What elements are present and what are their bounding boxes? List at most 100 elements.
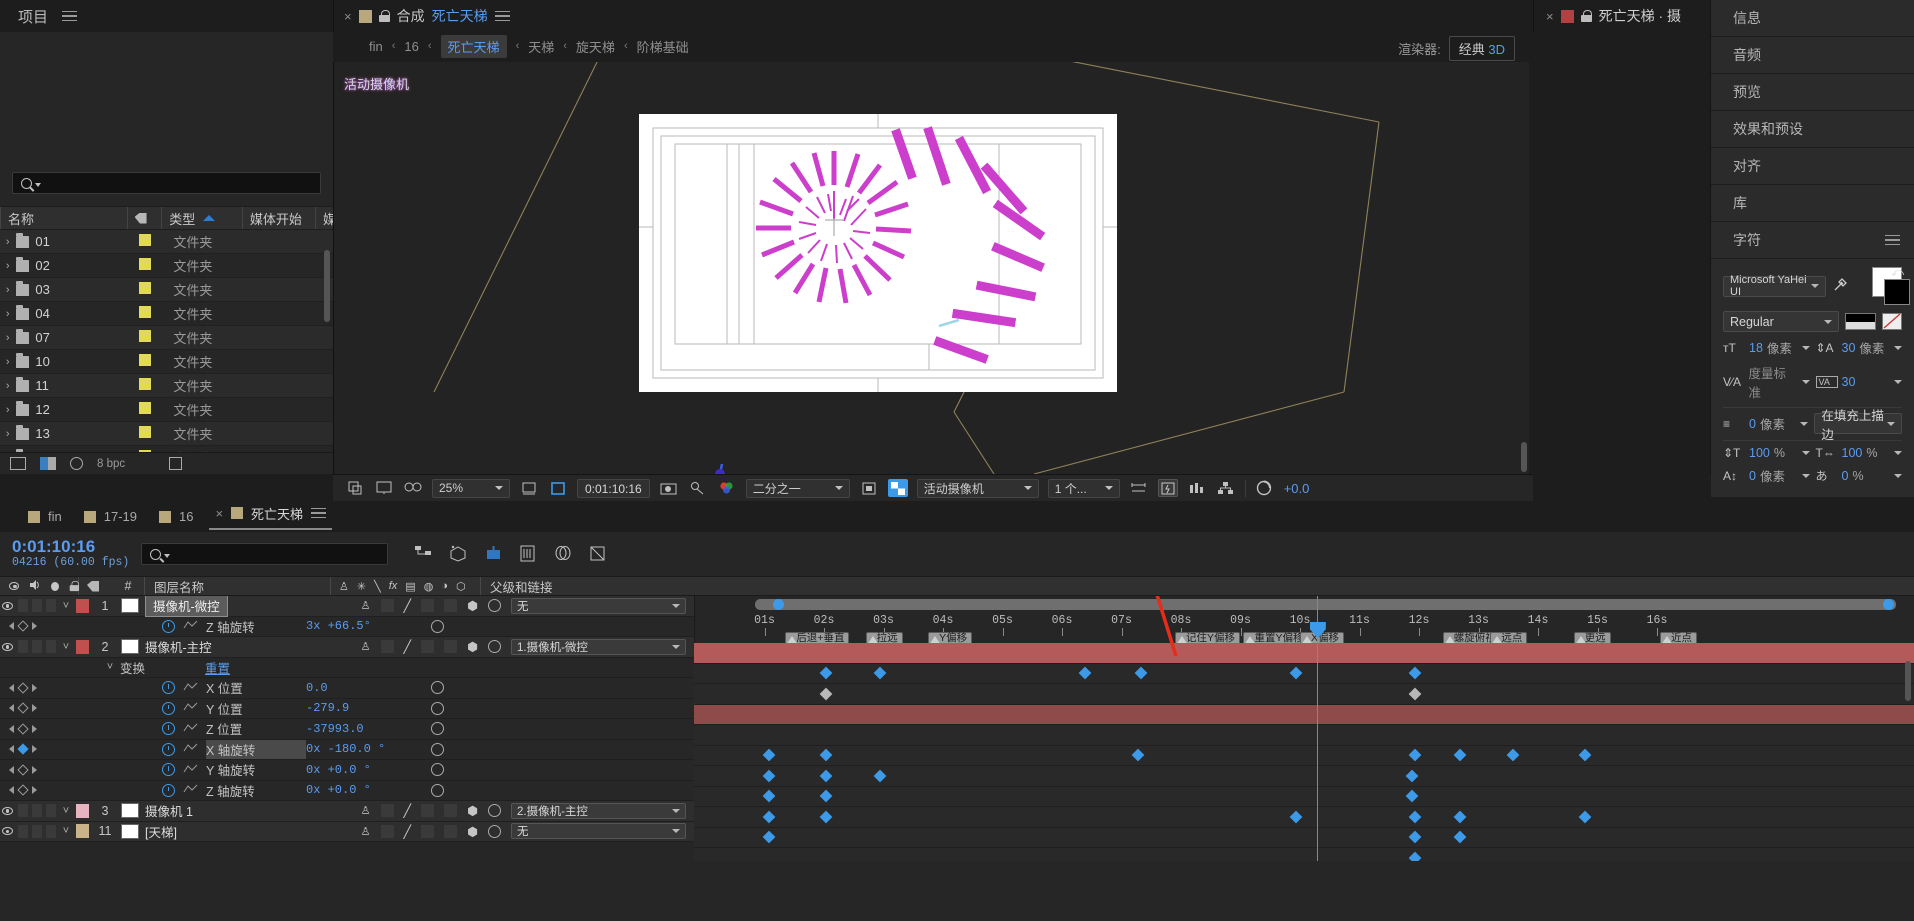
- motion-blur-switch[interactable]: [444, 640, 458, 654]
- frame-blend-switch[interactable]: [421, 804, 435, 818]
- vertical-scale-control[interactable]: ⇕T 100 %: [1723, 446, 1810, 460]
- layer-visibility-toggle[interactable]: [0, 827, 14, 836]
- layer-disclosure-icon[interactable]: ˅: [56, 825, 76, 837]
- property-name[interactable]: Y 轴旋转: [206, 760, 306, 779]
- keyframe-row[interactable]: [694, 807, 1914, 828]
- layer-toggles[interactable]: [14, 804, 56, 818]
- right-panel-tab-label[interactable]: 死亡天梯 · 摄: [1599, 6, 1681, 26]
- layer-toggles[interactable]: [14, 599, 56, 613]
- property-pickwhip-icon[interactable]: [431, 722, 444, 736]
- graph-editor-icon[interactable]: [183, 742, 198, 756]
- layer-name[interactable]: 摄像机-微控: [145, 596, 228, 618]
- layer-label-color[interactable]: [76, 824, 89, 839]
- next-keyframe-icon[interactable]: [32, 683, 37, 692]
- breadcrumb-item[interactable]: 旋天梯: [576, 37, 615, 56]
- timeline-tab[interactable]: fin: [22, 509, 68, 524]
- keyframe-marker[interactable]: [763, 830, 776, 844]
- graph-editor-icon[interactable]: [183, 783, 198, 797]
- layer-row[interactable]: ˅ 1 摄像机-微控 ♙ ╱ ⬢ 无: [0, 596, 694, 618]
- swap-colors-icon[interactable]: ⤺: [1891, 265, 1904, 280]
- prev-keyframe-icon[interactable]: [9, 765, 14, 774]
- shy-switch[interactable]: ♙: [361, 825, 371, 838]
- panel-tab-6[interactable]: 字符: [1711, 222, 1914, 259]
- layer-row[interactable]: ˅ 11 [天梯] ♙ ╱ ⬢ 无: [0, 821, 694, 842]
- mask-view-icon[interactable]: [374, 479, 394, 497]
- collapse-switch[interactable]: [380, 640, 394, 654]
- stopwatch-icon[interactable]: [162, 619, 175, 633]
- layer-name[interactable]: [天梯]: [145, 822, 177, 841]
- property-row[interactable]: X 位置 0.0: [0, 678, 694, 699]
- layer-disclosure-icon[interactable]: ˅: [56, 641, 76, 653]
- breadcrumb-item[interactable]: fin: [369, 39, 383, 54]
- keyframe-marker[interactable]: [873, 769, 886, 783]
- disclosure-triangle-icon[interactable]: ›: [0, 332, 16, 344]
- keyframe-marker[interactable]: [763, 789, 776, 803]
- view-layout-select[interactable]: 1 个...: [1047, 478, 1120, 498]
- prev-keyframe-icon[interactable]: [9, 724, 14, 733]
- motion-blur-icon[interactable]: [484, 545, 503, 564]
- disclosure-triangle-icon[interactable]: ›: [0, 308, 16, 320]
- work-area-start-handle[interactable]: [773, 599, 784, 610]
- fill-stroke-colors[interactable]: ⤺: [1854, 265, 1911, 305]
- keyframe-marker[interactable]: [1289, 810, 1303, 824]
- panel-tab-1[interactable]: 音频: [1711, 37, 1914, 74]
- keyframe-row[interactable]: [694, 745, 1914, 766]
- keyframe-navigator[interactable]: [0, 723, 46, 735]
- three-d-switch[interactable]: ⬢: [467, 639, 478, 654]
- keyframe-navigator[interactable]: [0, 764, 46, 776]
- keyframe-row[interactable]: [694, 643, 1914, 664]
- quality-switch[interactable]: ╱: [404, 598, 412, 613]
- property-row[interactable]: Z 轴旋转 0x +0.0 °: [0, 780, 694, 801]
- property-name[interactable]: Z 轴旋转: [206, 617, 306, 636]
- region-of-interest-icon[interactable]: [548, 479, 568, 497]
- property-pickwhip-icon[interactable]: [431, 619, 444, 633]
- eyedropper-icon[interactable]: [1832, 277, 1848, 296]
- transparency-grid-icon[interactable]: [887, 479, 908, 497]
- parent-column[interactable]: 父级和链接: [480, 577, 694, 595]
- baseline-shift-control[interactable]: A↕ 0 像素: [1723, 466, 1810, 485]
- auto-keyframe-icon[interactable]: [589, 545, 608, 564]
- panel-tab-5[interactable]: 库: [1711, 185, 1914, 222]
- keyframe-marker[interactable]: [1408, 810, 1422, 824]
- new-comp-icon[interactable]: [40, 457, 56, 470]
- parent-select[interactable]: 无: [511, 823, 686, 840]
- keyframe-marker[interactable]: [763, 769, 776, 783]
- font-size-control[interactable]: ᴛT 18 像素: [1723, 338, 1810, 357]
- stroke-color-swatch[interactable]: [1884, 279, 1911, 305]
- column-media-end[interactable]: 媒: [314, 207, 333, 229]
- keyframe-marker[interactable]: [1289, 666, 1303, 680]
- keyframe-marker[interactable]: [1408, 687, 1422, 701]
- horizontal-scale-control[interactable]: T⇔ 100 %: [1816, 446, 1902, 460]
- layer-row[interactable]: ˅ 3 摄像机 1 ♙ ╱ ⬢ 2.摄像机-主控: [0, 801, 694, 822]
- column-type[interactable]: 类型: [161, 207, 242, 229]
- column-name[interactable]: 名称: [0, 207, 127, 229]
- keyframe-toggle-icon[interactable]: [17, 764, 29, 776]
- property-row[interactable]: X 轴旋转 0x -180.0 °: [0, 739, 694, 760]
- keyframe-marker[interactable]: [1578, 748, 1591, 762]
- fast-previews-icon[interactable]: [1157, 479, 1178, 497]
- quality-switch[interactable]: ╱: [404, 639, 412, 654]
- next-keyframe-icon[interactable]: [32, 786, 37, 795]
- timeline-menu-icon[interactable]: [311, 505, 327, 522]
- disclosure-triangle-icon[interactable]: ›: [0, 356, 16, 368]
- layer-row[interactable]: ˅ 2 摄像机-主控 ♙ ╱ ⬢ 1.摄像机-微控: [0, 637, 694, 658]
- project-item-row[interactable]: › 13 文件夹: [0, 422, 333, 446]
- close-icon[interactable]: ×: [344, 9, 352, 24]
- parent-select[interactable]: 无: [511, 597, 686, 614]
- parent-select[interactable]: 2.摄像机-主控: [511, 802, 686, 819]
- disclosure-triangle-icon[interactable]: ›: [0, 428, 16, 440]
- quality-switch[interactable]: ╱: [404, 824, 412, 839]
- parent-select[interactable]: 1.摄像机-微控: [511, 638, 686, 655]
- item-label-color[interactable]: [138, 354, 174, 369]
- shy-switch[interactable]: ♙: [361, 804, 371, 817]
- motion-blur-switch[interactable]: [444, 804, 458, 818]
- font-family-select[interactable]: Microsoft YaHei UI: [1723, 274, 1827, 298]
- work-area-bar[interactable]: [755, 599, 1896, 610]
- parent-pickwhip-icon[interactable]: [488, 640, 501, 654]
- keyframe-marker[interactable]: [873, 666, 886, 680]
- keyframe-navigator[interactable]: [0, 743, 46, 755]
- panel-tab-2[interactable]: 预览: [1711, 74, 1914, 111]
- stopwatch-icon[interactable]: [162, 701, 175, 715]
- keyframe-marker[interactable]: [1078, 666, 1092, 680]
- camera-view-select[interactable]: 活动摄像机: [916, 478, 1039, 498]
